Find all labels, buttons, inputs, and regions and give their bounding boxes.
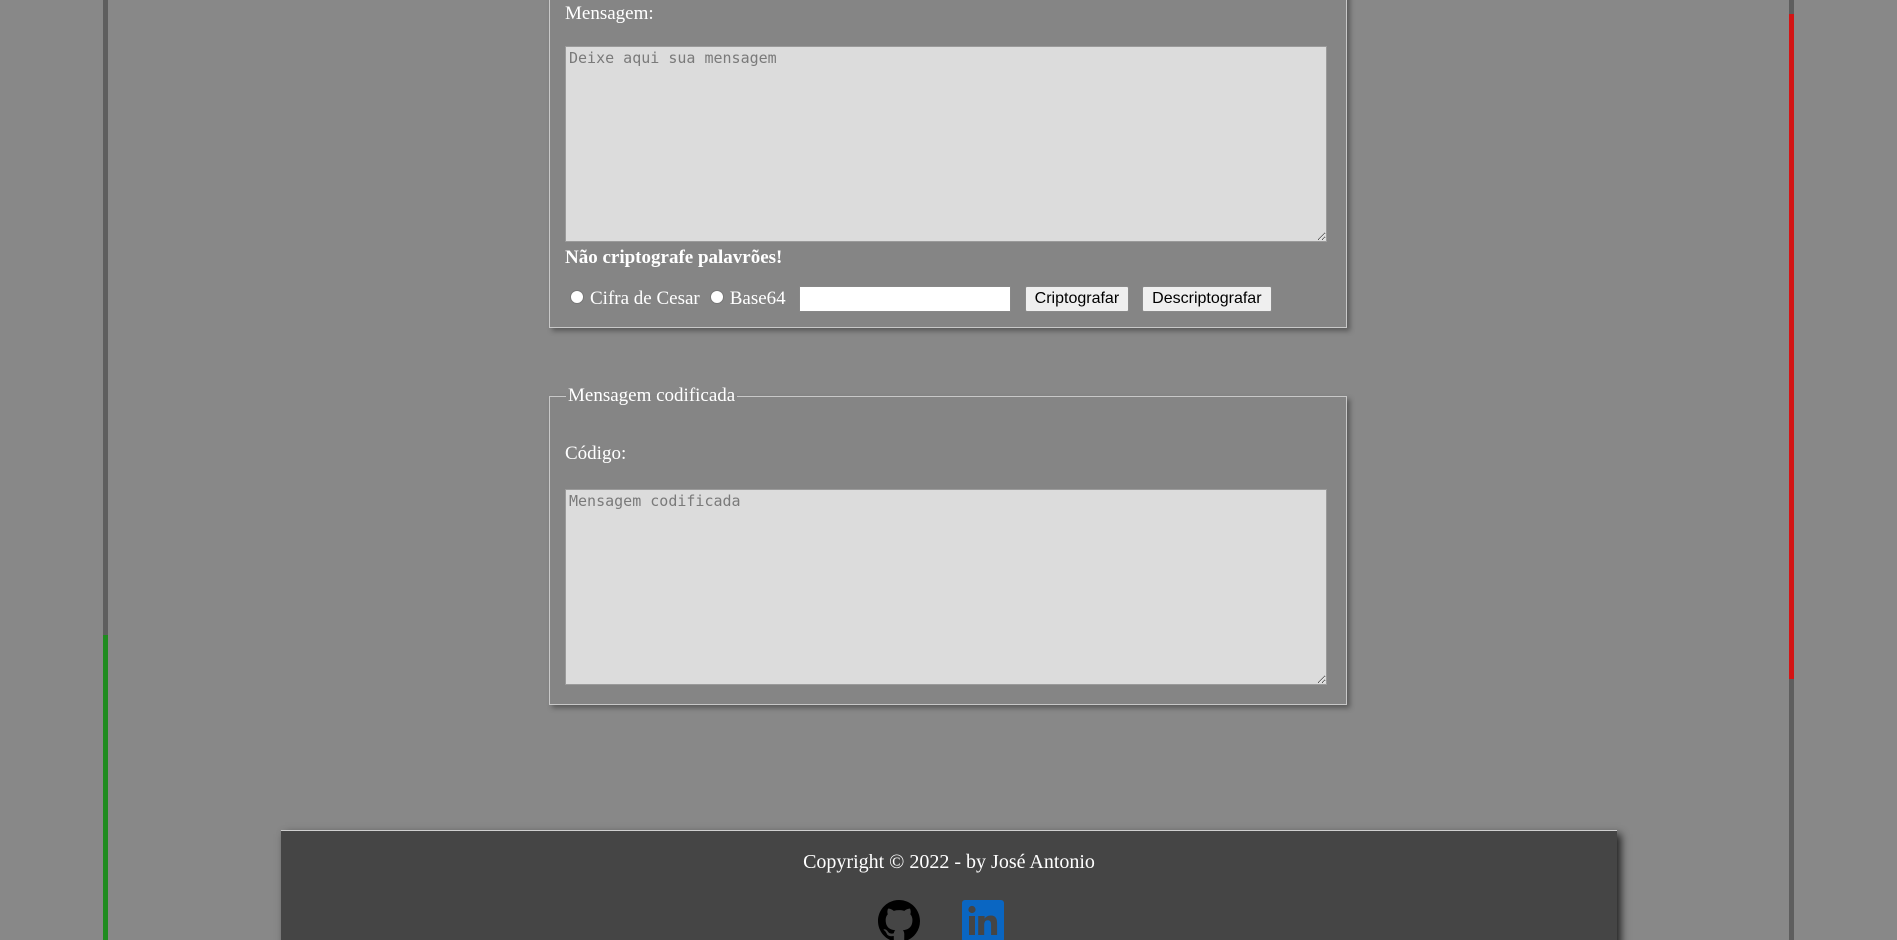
footer: Copyright © 2022 - by José Antonio <box>281 830 1617 940</box>
message-label: Mensagem: <box>565 3 654 24</box>
code-label: Código: <box>565 443 627 464</box>
radio-base64-label: Base64 <box>729 288 786 309</box>
encoded-fieldset: Mensagem codificada Código: <box>549 385 1347 705</box>
right-side-accent <box>1789 14 1794 679</box>
page: Mensagem: Não criptografe palavrões! Cif… <box>0 0 1897 940</box>
message-fieldset: Mensagem: Não criptografe palavrões! Cif… <box>549 0 1347 328</box>
right-side-bar <box>1789 0 1794 940</box>
copyright-text: Copyright © 2022 - by José Antonio <box>803 851 1095 873</box>
radio-caesar[interactable] <box>570 290 584 304</box>
left-side-bar <box>103 0 108 940</box>
cipher-controls: Cifra de Cesar Base64 Criptografar Descr… <box>570 285 1285 313</box>
message-textarea[interactable] <box>565 46 1327 242</box>
key-input[interactable] <box>798 286 1011 312</box>
radio-base64[interactable] <box>709 290 724 304</box>
radio-caesar-label: Cifra de Cesar <box>590 288 700 309</box>
decrypt-button[interactable]: Descriptografar <box>1142 286 1272 312</box>
github-icon[interactable] <box>878 900 920 940</box>
linkedin-icon[interactable] <box>962 900 1004 940</box>
code-textarea[interactable] <box>565 489 1327 685</box>
warning-text: Não criptografe palavrões! <box>565 247 783 268</box>
encoded-legend: Mensagem codificada <box>568 385 736 406</box>
left-side-accent <box>103 635 108 940</box>
encrypt-button[interactable]: Criptografar <box>1024 286 1130 312</box>
